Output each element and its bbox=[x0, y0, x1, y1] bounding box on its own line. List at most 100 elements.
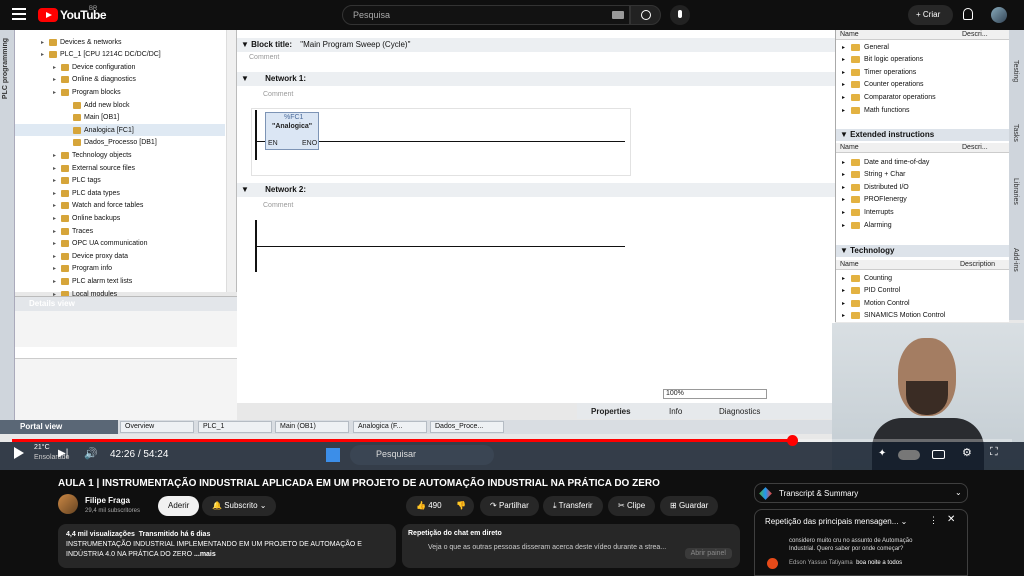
save-button[interactable]: ⊞ Guardar bbox=[660, 496, 719, 516]
chevron-down-icon[interactable]: ⌄ bbox=[955, 488, 962, 497]
expand-arrow-icon[interactable]: ▸ bbox=[53, 278, 61, 285]
close-icon[interactable]: ✕ bbox=[947, 514, 955, 525]
block-title-value[interactable]: "Main Program Sweep (Cycle)" bbox=[300, 40, 410, 49]
expand-arrow-icon[interactable]: ▸ bbox=[53, 253, 61, 260]
transcript-summary-bar[interactable]: Transcript & Summary ⌄ bbox=[754, 483, 968, 503]
portal-view-button[interactable]: Portal view bbox=[0, 420, 118, 434]
network-1-header[interactable]: ▼ Network 1: bbox=[237, 72, 835, 86]
tree-item[interactable]: ▸ Devices & networks bbox=[15, 36, 225, 48]
description-box[interactable]: 4,4 mil visualizações Transmitido há 6 d… bbox=[58, 524, 396, 568]
expand-arrow-icon[interactable]: ▸ bbox=[842, 56, 845, 63]
editor-tab[interactable]: Dados_Proce... bbox=[430, 421, 504, 433]
tree-item[interactable]: ▸ Online backups bbox=[15, 212, 225, 224]
expand-arrow-icon[interactable]: ▸ bbox=[53, 265, 61, 272]
tree-item[interactable]: Analogica [FC1] bbox=[15, 124, 225, 137]
tab-tasks[interactable]: Tasks bbox=[1012, 124, 1019, 142]
channel-avatar[interactable] bbox=[58, 494, 78, 514]
instruction-folder[interactable]: ▸ Timer operations bbox=[842, 66, 916, 78]
taskbar-search[interactable]: Pesquisar bbox=[350, 445, 494, 465]
tree-item[interactable]: ▸ Device configuration bbox=[15, 61, 225, 73]
extended-instructions-header[interactable]: ▼ Extended instructions bbox=[836, 129, 1010, 141]
channel-name[interactable]: Filipe Fraga bbox=[85, 496, 130, 505]
tab-testing[interactable]: Testing bbox=[1012, 60, 1019, 82]
expand-arrow-icon[interactable]: ▸ bbox=[53, 152, 61, 159]
instruction-folder[interactable]: ▸ PROFIenergy bbox=[842, 194, 907, 206]
more-options-icon[interactable]: ⋮ bbox=[929, 515, 938, 526]
tree-item[interactable]: Main [OB1] bbox=[15, 112, 225, 124]
editor-tab[interactable]: Main (OB1) bbox=[275, 421, 349, 433]
progress-scrubber[interactable] bbox=[787, 435, 798, 446]
tree-item[interactable]: ▸ Watch and force tables bbox=[15, 200, 225, 212]
expand-arrow-icon[interactable]: ▸ bbox=[842, 44, 845, 51]
program-editor[interactable]: ▼ Block title: "Main Program Sweep (Cycl… bbox=[237, 30, 835, 403]
expand-arrow-icon[interactable]: ▸ bbox=[53, 202, 61, 209]
play-icon[interactable] bbox=[14, 447, 24, 459]
expand-arrow-icon[interactable]: ▸ bbox=[842, 275, 845, 282]
tree-item[interactable]: ▸ Program info bbox=[15, 263, 225, 275]
instruction-folder[interactable]: ▸ Counting bbox=[842, 272, 892, 284]
editor-tab[interactable]: PLC_1 bbox=[198, 421, 272, 433]
tree-item[interactable]: ▸ PLC alarm text lists bbox=[15, 275, 225, 287]
tree-item[interactable]: ▸ Online & diagnostics bbox=[15, 74, 225, 86]
expand-arrow-icon[interactable]: ▸ bbox=[842, 159, 845, 166]
youtube-brand[interactable]: YouTube bbox=[60, 8, 107, 22]
expand-arrow-icon[interactable]: ▸ bbox=[842, 312, 845, 319]
instruction-folder[interactable]: ▸ Math functions bbox=[842, 104, 910, 116]
instruction-folder[interactable]: ▸ Interrupts bbox=[842, 206, 894, 218]
expand-arrow-icon[interactable]: ▸ bbox=[842, 209, 845, 216]
expand-arrow-icon[interactable]: ▸ bbox=[53, 76, 61, 83]
tree-item[interactable]: ▸ External source files bbox=[15, 162, 225, 174]
windows-start-icon[interactable] bbox=[326, 448, 340, 462]
video-player[interactable]: PLC programming ▸ Devices & networks ▸ PLC_… bbox=[0, 30, 1024, 470]
instruction-folder[interactable]: ▸ Distributed I/O bbox=[842, 181, 909, 193]
instruction-folder[interactable]: ▸ Alarming bbox=[842, 219, 892, 231]
network-2-comment[interactable]: Comment bbox=[263, 202, 293, 209]
instruction-folder[interactable]: ▸ Motion Control bbox=[842, 297, 910, 309]
autoplay-toggle-icon[interactable]: ✦ bbox=[878, 448, 886, 459]
instruction-folder[interactable]: ▸ Counter operations bbox=[842, 79, 924, 91]
network-1-comment[interactable]: Comment bbox=[263, 91, 293, 98]
account-avatar[interactable] bbox=[991, 7, 1007, 23]
tab-add-ins[interactable]: Add-ins bbox=[1012, 248, 1019, 272]
tree-item[interactable]: Add new block bbox=[15, 99, 225, 111]
expand-arrow-icon[interactable]: ▸ bbox=[53, 190, 61, 197]
microphone-icon[interactable] bbox=[670, 5, 690, 25]
tab-info[interactable]: Info bbox=[669, 407, 682, 416]
instruction-folder[interactable]: ▸ Date and time-of-day bbox=[842, 156, 929, 168]
expand-arrow-icon[interactable]: ▸ bbox=[842, 196, 845, 203]
instruction-folder[interactable]: ▸ String + Char bbox=[842, 169, 905, 181]
download-button[interactable]: ⤓ Transferir bbox=[543, 496, 603, 516]
tree-item[interactable]: ▸ OPC UA communication bbox=[15, 238, 225, 250]
expand-arrow-icon[interactable]: ▸ bbox=[842, 171, 845, 178]
tab-libraries[interactable]: Libraries bbox=[1012, 178, 1019, 205]
expand-arrow-icon[interactable]: ▸ bbox=[41, 39, 49, 46]
tree-item[interactable]: ▸ PLC data types bbox=[15, 187, 225, 199]
fullscreen-icon[interactable]: ⛶ bbox=[990, 446, 998, 459]
fc1-call-box[interactable]: %FC1 "Analogica" EN ENO bbox=[265, 112, 319, 150]
menu-icon[interactable] bbox=[12, 8, 26, 20]
expand-arrow-icon[interactable]: ▸ bbox=[842, 69, 845, 76]
settings-icon[interactable]: ⚙ bbox=[962, 446, 972, 459]
tab-properties[interactable]: Properties bbox=[591, 407, 631, 416]
expand-arrow-icon[interactable]: ▸ bbox=[53, 240, 61, 247]
volume-icon[interactable]: 🔊 bbox=[84, 447, 98, 460]
expand-arrow-icon[interactable]: ▸ bbox=[842, 287, 845, 294]
expand-arrow-icon[interactable]: ▸ bbox=[53, 215, 61, 222]
join-button[interactable]: Aderir bbox=[158, 496, 200, 516]
dislike-icon[interactable]: 👎 bbox=[446, 496, 476, 516]
search-button[interactable] bbox=[630, 5, 661, 25]
tree-item[interactable]: ▸ PLC tags bbox=[15, 175, 225, 187]
zoom-select[interactable]: 100% bbox=[663, 389, 767, 399]
network-2-header[interactable]: ▼ Network 2: bbox=[237, 183, 835, 197]
instruction-folder[interactable]: ▸ SINAMICS Motion Control bbox=[842, 310, 945, 322]
subscribed-button[interactable]: 🔔 Subscrito ⌄ bbox=[202, 496, 277, 516]
create-button[interactable]: + Criar bbox=[908, 5, 953, 25]
tab-diagnostics[interactable]: Diagnostics bbox=[719, 407, 760, 416]
tree-item[interactable]: ▸ Traces bbox=[15, 225, 225, 237]
chat-header[interactable]: Repetição das principais mensagen... ⌄ bbox=[765, 517, 907, 526]
share-button[interactable]: ↷ Partilhar bbox=[480, 496, 539, 516]
instruction-folder[interactable]: ▸ Bit logic operations bbox=[842, 54, 923, 66]
instruction-folder[interactable]: ▸ General bbox=[842, 41, 889, 53]
expand-arrow-icon[interactable]: ▸ bbox=[842, 222, 845, 229]
tree-item[interactable]: ▸ Device proxy data bbox=[15, 250, 225, 262]
